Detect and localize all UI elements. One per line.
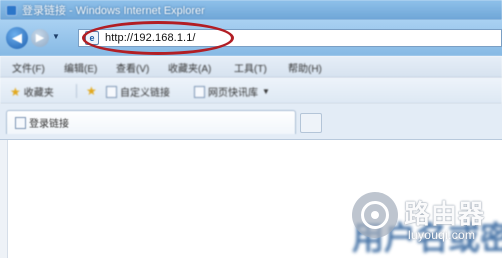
watermark-title: 路由器: [404, 199, 486, 229]
add-star-icon: ★: [86, 84, 97, 98]
menu-bar: 文件(F) 编辑(E) 查看(V) 收藏夹(A) 工具(T) 帮助(H): [0, 56, 502, 78]
menu-favorites[interactable]: 收藏夹(A): [168, 60, 211, 75]
favorite-link-custom[interactable]: 自定义链接: [106, 84, 170, 99]
page-icon: [194, 85, 205, 98]
tab-strip: 登录链接: [0, 104, 502, 140]
chevron-down-icon[interactable]: ▼: [262, 87, 270, 96]
address-input[interactable]: e http://192.168.1.1/: [78, 29, 502, 47]
tab-login[interactable]: 登录链接: [6, 110, 296, 134]
browser-screenshot: 登录链接 - Windows Internet Explorer ◀ ▶ ▼ e…: [0, 0, 502, 258]
page-icon: [15, 116, 26, 129]
favorites-button[interactable]: ★ 收藏夹: [10, 84, 54, 100]
menu-help[interactable]: 帮助(H): [288, 60, 322, 75]
favorite-link-webslice[interactable]: 网页快讯库 ▼: [194, 84, 270, 99]
favorite-link-label: 网页快讯库: [208, 88, 258, 99]
menu-view[interactable]: 查看(V): [116, 60, 149, 75]
url-text[interactable]: http://192.168.1.1/: [105, 32, 196, 44]
menu-file[interactable]: 文件(F): [12, 60, 45, 75]
favorites-bar: ★ 收藏夹 ★ 自定义链接 网页快讯库 ▼: [0, 78, 502, 104]
title-bar: 登录链接 - Windows Internet Explorer: [0, 0, 502, 20]
menu-edit[interactable]: 编辑(E): [64, 60, 97, 75]
window-title: 登录链接 - Windows Internet Explorer: [22, 5, 205, 17]
chevron-down-icon[interactable]: ▼: [52, 32, 60, 41]
watermark-subtitle: luyouqi.com: [408, 228, 476, 242]
forward-button[interactable]: ▶: [31, 29, 49, 47]
favorite-link-label: 自定义链接: [120, 88, 170, 99]
back-button[interactable]: ◀: [6, 27, 28, 49]
new-tab-button[interactable]: [300, 113, 322, 133]
page-icon: [106, 85, 117, 98]
star-icon: ★: [10, 84, 21, 99]
divider: [76, 84, 77, 98]
content-left-edge: [0, 140, 8, 258]
add-favorite-button[interactable]: ★: [86, 84, 100, 98]
tab-label: 登录链接: [29, 119, 69, 130]
favorites-label: 收藏夹: [23, 88, 54, 99]
ie-icon: [6, 4, 17, 16]
menu-tools[interactable]: 工具(T): [234, 60, 267, 75]
watermark-logo-icon: [352, 192, 398, 238]
ie-page-icon: e: [85, 31, 99, 45]
address-row: ◀ ▶ ▼ e http://192.168.1.1/: [0, 20, 502, 56]
